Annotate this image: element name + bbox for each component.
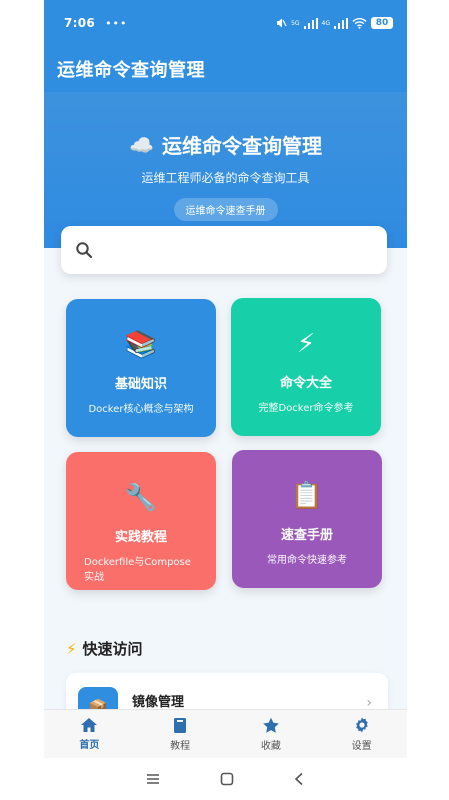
app-screen: 7:06 ••• 5G 4G 80 运维命令查询管理 ☁️ 运维命令查询管理 运…: [44, 0, 407, 758]
wifi-icon: [352, 18, 367, 29]
hero-title: 运维命令查询管理: [161, 134, 322, 158]
tab-label: 设置: [351, 741, 372, 752]
app-title: 运维命令查询管理: [57, 60, 205, 81]
search-input[interactable]: [101, 226, 387, 274]
bottom-nav: 首页 教程 收藏 设置: [44, 709, 407, 758]
card-title: 命令大全: [279, 376, 332, 391]
quick-access-title: 快速访问: [82, 640, 143, 658]
card-description: 常用命令快速参考: [267, 555, 347, 566]
hero-subtitle: 运维工程师必备的命令查询工具: [141, 171, 310, 185]
list-item-label: 镜像管理: [132, 695, 185, 710]
card-description: Docker核心概念与架构: [88, 404, 194, 415]
tab-settings[interactable]: 设置: [316, 710, 407, 758]
battery-indicator: 80: [371, 17, 393, 29]
wrench-icon: 🔧: [124, 483, 158, 513]
card-description: 完整Docker命令参考: [258, 403, 354, 414]
lightning-icon: ⚡: [296, 329, 316, 359]
card-basics[interactable]: 📚 基础知识 Docker核心概念与架构: [66, 299, 216, 437]
home-icon: [81, 718, 98, 732]
card-title: 实践教程: [114, 530, 167, 545]
system-nav-bar: [0, 758, 449, 800]
gear-icon: [355, 717, 368, 733]
tab-label: 收藏: [260, 740, 281, 752]
hero-tag: 运维命令速查手册: [173, 198, 278, 221]
clipboard-icon: 📋: [290, 481, 324, 511]
card-title: 基础知识: [114, 377, 167, 392]
tab-tutorials[interactable]: 教程: [135, 710, 226, 758]
signal-icon: [303, 17, 318, 29]
cloud-icon: ☁️: [129, 132, 154, 157]
status-notification-dots: •••: [105, 16, 128, 30]
card-commands[interactable]: ⚡ 命令大全 完整Docker命令参考: [231, 298, 381, 436]
tab-favorites[interactable]: 收藏: [226, 710, 317, 758]
network-label-5g: 5G: [291, 19, 300, 27]
search-icon: [76, 242, 93, 259]
tab-label: 教程: [170, 740, 191, 752]
card-description: Dockerfile与Compose实战: [84, 557, 191, 583]
signal-icon-2: [334, 17, 348, 29]
star-icon: [263, 717, 279, 733]
card-tutorials[interactable]: 🔧 实践教程 Dockerfile与Compose实战: [66, 452, 216, 590]
status-bar: 7:06 ••• 5G 4G 80: [44, 0, 407, 46]
card-title: 速查手册: [280, 528, 333, 543]
tab-label: 首页: [79, 740, 100, 751]
card-cheatsheet[interactable]: 📋 速查手册 常用命令快速参考: [232, 450, 382, 588]
status-indicators: 5G 4G 80: [275, 17, 393, 29]
lightning-icon: ⚡: [66, 639, 77, 658]
home-button-icon[interactable]: [220, 772, 234, 786]
hero-banner: ☁️ 运维命令查询管理 运维工程师必备的命令查询工具 运维命令速查手册: [44, 92, 407, 248]
back-icon[interactable]: [294, 772, 304, 786]
quick-access-heading: ⚡ 快速访问: [66, 638, 143, 659]
mute-icon: [277, 18, 287, 28]
books-icon: 📚: [124, 330, 158, 360]
status-time: 7:06: [64, 16, 96, 30]
app-bar: 运维命令查询管理: [44, 46, 407, 92]
book-icon: [174, 717, 187, 733]
hero-title-row: ☁️ 运维命令查询管理: [44, 130, 407, 159]
search-bar[interactable]: [61, 226, 387, 274]
menu-icon[interactable]: [146, 773, 160, 785]
network-label-4g: 4G: [321, 19, 330, 27]
tab-home[interactable]: 首页: [44, 710, 135, 758]
